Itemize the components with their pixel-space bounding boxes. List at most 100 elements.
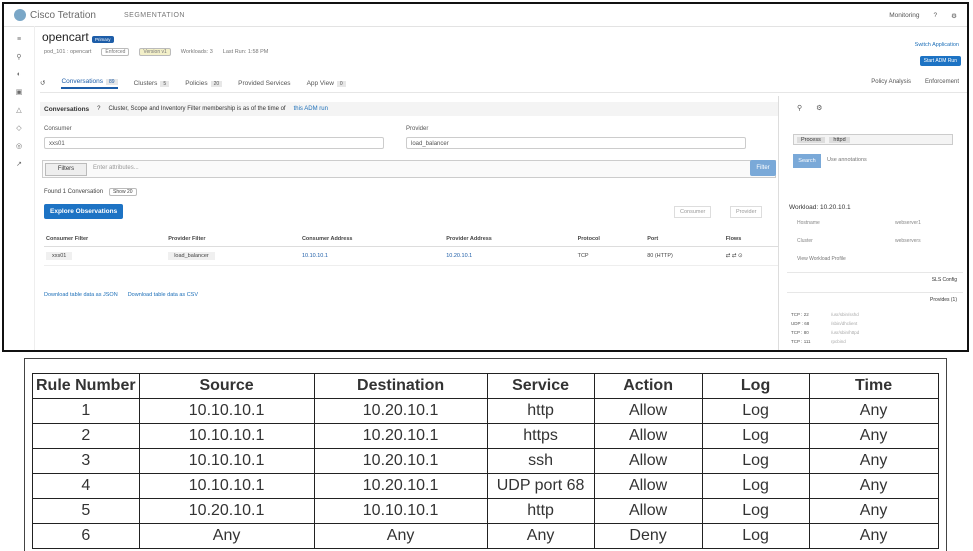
download-csv-link[interactable]: Download table data as CSV [128,292,198,298]
tools-icon[interactable]: ↗ [4,160,34,168]
table-row: 2 10.10.10.1 10.20.10.1 https Allow Log Any [32,423,939,449]
rule-cell: http [486,398,595,424]
column-header[interactable]: Protocol [575,232,646,247]
rule-cell: Any [313,523,488,549]
alerts-icon[interactable]: △ [4,106,34,114]
consumer-toggle[interactable]: Consumer [674,206,712,218]
column-header[interactable]: Provider Filter [166,232,300,247]
rules-column-header: Service [486,373,595,399]
rule-cell: 4 [32,473,140,499]
help-icon[interactable]: ? [934,12,938,20]
protocol-cell: TCP [575,246,646,266]
view-profile-link[interactable]: View Workload Profile [797,256,846,262]
table-row: 4 10.10.10.1 10.20.10.1 UDP port 68 Allow Log… [32,473,939,499]
settings-icon[interactable]: ⚙ [951,12,957,20]
rule-cell: 10.10.10.1 [138,398,315,424]
rule-cell: 10.10.10.1 [313,498,488,524]
flows-icon[interactable]: ◐ [4,71,34,78]
primary-badge: Primary [92,36,114,43]
tab-provided-services[interactable]: Provided Services [238,80,290,87]
rule-cell: ssh [486,448,595,474]
brand-name: Cisco Tetration [30,10,96,21]
process-filter[interactable]: Process httpd [793,134,953,145]
rule-cell: Any [486,523,595,549]
tab-app-view[interactable]: App View 0 [307,80,346,87]
compliance-icon[interactable]: ◇ [4,124,34,132]
side-panel: ⚲ ⚙ Process httpd Search Use annotations… [778,96,967,350]
rule-cell: Allow [593,498,703,524]
sls-config-row[interactable]: SLS Config [787,272,963,287]
dashboard-icon[interactable]: ≡ [4,36,34,43]
table-row[interactable]: xxs01 load_balancer 10.10.10.1 10.20.10.… [44,246,779,266]
table-row: 3 10.10.10.1 10.20.10.1 ssh Allow Log Any [32,448,939,474]
rules-column-header: Source [138,373,315,399]
port-entry: TCP : 111 rpcbind [791,339,846,344]
side-tabs: ⚲ ⚙ [797,104,822,112]
annotations-note: Use annotations [827,157,867,163]
rule-cell: Log [701,523,810,549]
show-select[interactable]: Show 20 [109,188,137,196]
module-name: SEGMENTATION [124,12,185,19]
rule-cell: Allow [593,473,703,499]
rule-cell: Allow [593,423,703,449]
gear-icon[interactable]: ⚙ [816,104,822,112]
version-pill[interactable]: Version v1 [139,48,171,56]
provides-row[interactable]: Provides (1) [787,292,963,307]
inventory-icon[interactable]: ▣ [4,88,34,96]
tab-clusters[interactable]: Clusters 5 [134,80,170,87]
switch-application-link[interactable]: Switch Application [915,42,959,48]
rule-cell: 2 [32,423,140,449]
tab-bar: ↺ Conversations 89 Clusters 5 Policies 20 P… [40,74,967,93]
provider-address-cell[interactable]: 10.20.10.1 [444,246,576,266]
explore-observations-button[interactable]: Explore Observations [44,204,124,219]
filter-button[interactable]: Filter [750,160,776,176]
search-icon[interactable]: ⚲ [797,104,802,112]
tab-conversations[interactable]: Conversations 89 [61,78,118,89]
flows-icons[interactable]: ⇄ ⇄ ⊙ [723,246,779,266]
rules-column-header: Log [701,373,810,399]
column-header[interactable]: Provider Address [444,232,576,247]
consumer-input[interactable]: xxs01 [44,137,384,149]
rule-cell: Log [701,398,810,424]
rule-cell: 10.20.10.1 [313,423,488,449]
column-header[interactable]: Port [645,232,724,247]
policy-analysis-tab[interactable]: Policy Analysis [871,79,911,85]
segmentation-icon[interactable]: ⚲ [4,53,34,61]
provider-input[interactable]: load_balancer [406,137,746,149]
tab-policies[interactable]: Policies 20 [185,80,223,87]
conversations-table: Consumer Filter Provider Filter Consumer… [44,232,779,266]
consumer-label: Consumer [44,126,72,132]
app-name: opencart [42,30,89,44]
rule-cell: Log [701,498,810,524]
rule-cell: Log [701,423,810,449]
rule-cell: 6 [32,523,140,549]
column-header[interactable]: Consumer Address [299,232,445,247]
adm-run-link[interactable]: this ADM run [294,106,328,112]
rule-cell: Any [808,448,939,474]
search-button[interactable]: Search [793,154,821,168]
history-icon[interactable]: ↺ [40,79,45,87]
rule-cell: 10.20.10.1 [313,448,488,474]
filters-input[interactable]: Enter attributes... [93,165,139,171]
left-nav: ≡ ⚲ ◐ ▣ △ ◇ ◎ ↗ [4,26,35,350]
scope-crumb[interactable]: pod_101 : opencart [44,49,91,55]
enforcement-tab[interactable]: Enforcement [925,79,959,85]
start-adm-button[interactable]: Start ADM Run [919,56,961,66]
port-entry: UDP : 68/sbin/dhclient [791,321,858,326]
rule-cell: Allow [593,448,703,474]
download-json-link[interactable]: Download table data as JSON [44,292,118,298]
last-run: Last Run: 1:58 PM [222,49,269,55]
rules-column-header: Destination [313,373,488,399]
filters-row: Filters Enter attributes... [42,160,776,178]
monitoring-icon[interactable]: ◎ [4,142,34,150]
column-header[interactable]: Flows [723,232,779,247]
filters-button[interactable]: Filters [45,163,87,176]
rule-cell: Any [808,523,939,549]
tabs-right: Policy Analysis Enforcement [871,79,959,85]
column-header[interactable]: Consumer Filter [44,232,167,247]
user-menu[interactable]: Monitoring [889,12,919,20]
consumer-address-cell[interactable]: 10.10.10.1 [299,246,445,266]
cluster-row: Cluster webservers [797,238,921,244]
provider-label: Provider [406,126,429,132]
provider-toggle[interactable]: Provider [730,206,763,218]
